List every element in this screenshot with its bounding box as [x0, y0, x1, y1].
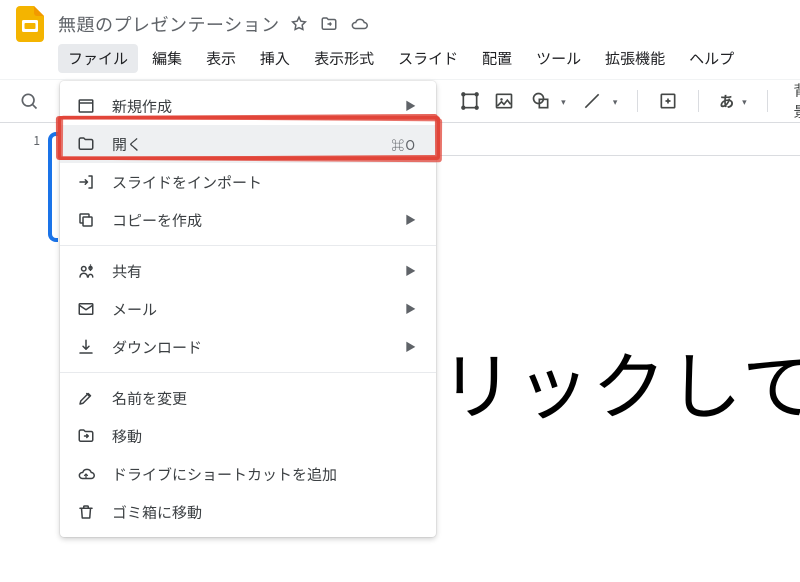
document-title[interactable]: 無題のプレゼンテーション	[58, 11, 280, 37]
menu-item-shortcut: ⌘O	[391, 135, 416, 154]
menubar-item-9[interactable]: ヘルプ	[679, 44, 744, 73]
mail-icon	[76, 299, 96, 319]
insert-image-icon[interactable]	[494, 91, 514, 111]
slide-thumbnail[interactable]	[48, 132, 58, 242]
text-format-button[interactable]: あ	[719, 91, 734, 112]
search-icon[interactable]	[19, 91, 39, 111]
file-menu-item-9[interactable]: 名前を変更	[60, 379, 436, 417]
submenu-arrow-icon: ▶	[405, 263, 416, 279]
file-menu-item-0[interactable]: 新規作成 ▶	[60, 87, 436, 125]
menu-item-label: ゴミ箱に移動	[112, 502, 416, 523]
menu-item-label: 移動	[112, 426, 416, 447]
submenu-arrow-icon: ▶	[405, 339, 416, 355]
separator	[698, 90, 699, 112]
menu-item-label: メール	[112, 299, 389, 320]
file-menu-item-11[interactable]: ドライブにショートカットを追加	[60, 455, 436, 493]
menu-item-label: ドライブにショートカットを追加	[112, 464, 416, 485]
submenu-arrow-icon: ▶	[405, 98, 416, 114]
menubar-item-5[interactable]: スライド	[388, 44, 468, 73]
slides-logo	[12, 6, 48, 42]
menu-item-label: コピーを作成	[112, 210, 389, 231]
submenu-arrow-icon: ▶	[405, 212, 416, 228]
file-menu-item-1[interactable]: 開く ⌘O	[60, 125, 436, 163]
background-button[interactable]: 背景	[787, 76, 800, 126]
star-icon[interactable]	[290, 15, 308, 33]
cloud-status-icon[interactable]	[350, 15, 368, 33]
menu-separator	[60, 372, 436, 373]
shape-icon[interactable]	[528, 91, 553, 111]
menu-item-label: 新規作成	[112, 96, 389, 117]
file-menu-item-5[interactable]: 共有 ▶	[60, 252, 436, 290]
text-box-icon[interactable]	[460, 91, 480, 111]
folder-icon	[76, 134, 96, 154]
menubar-item-8[interactable]: 拡張機能	[595, 44, 675, 73]
file-menu-item-7[interactable]: ダウンロード ▶	[60, 328, 436, 366]
trash-icon	[76, 502, 96, 522]
menu-separator	[60, 245, 436, 246]
file-menu-dropdown: 新規作成 ▶ 開く ⌘O スライドをインポートコピーを作成 ▶ 共有 ▶ メール ▶ ダウンロード ▶…	[60, 81, 436, 537]
file-menu-item-6[interactable]: メール ▶	[60, 290, 436, 328]
line-icon[interactable]	[580, 91, 605, 111]
file-menu-item-12[interactable]: ゴミ箱に移動	[60, 493, 436, 531]
download-icon	[76, 337, 96, 357]
import-icon	[76, 172, 96, 192]
chevron-down-icon[interactable]: ▾	[742, 95, 747, 108]
menubar-item-6[interactable]: 配置	[472, 44, 522, 73]
move-to-folder-icon[interactable]	[320, 15, 338, 33]
share-icon	[76, 261, 96, 281]
menu-item-label: 共有	[112, 261, 389, 282]
menubar-item-1[interactable]: 編集	[142, 44, 192, 73]
shortcut-icon	[76, 464, 96, 484]
submenu-arrow-icon: ▶	[405, 301, 416, 317]
chevron-down-icon[interactable]: ▾	[561, 95, 566, 108]
move-icon	[76, 426, 96, 446]
copy-icon	[76, 210, 96, 230]
add-slide-icon[interactable]	[658, 91, 678, 111]
menu-item-label: 名前を変更	[112, 388, 416, 409]
slide-number: 1	[33, 132, 40, 242]
menu-item-label: スライドをインポート	[112, 172, 416, 193]
menu-item-label: 開く	[112, 134, 375, 155]
menu-item-label: ダウンロード	[112, 337, 389, 358]
separator	[767, 90, 768, 112]
file-menu-item-2[interactable]: スライドをインポート	[60, 163, 436, 201]
menubar-item-0[interactable]: ファイル	[58, 44, 138, 73]
window-icon	[76, 96, 96, 116]
separator	[637, 90, 638, 112]
title-placeholder-text[interactable]: リックして	[440, 328, 800, 435]
menubar-item-3[interactable]: 挿入	[250, 44, 300, 73]
file-menu-item-3[interactable]: コピーを作成 ▶	[60, 201, 436, 239]
menubar-item-7[interactable]: ツール	[526, 44, 591, 73]
menubar-item-2[interactable]: 表示	[196, 44, 246, 73]
menubar-item-4[interactable]: 表示形式	[304, 44, 384, 73]
file-menu-item-10[interactable]: 移動	[60, 417, 436, 455]
rename-icon	[76, 388, 96, 408]
chevron-down-icon[interactable]: ▾	[613, 95, 618, 108]
